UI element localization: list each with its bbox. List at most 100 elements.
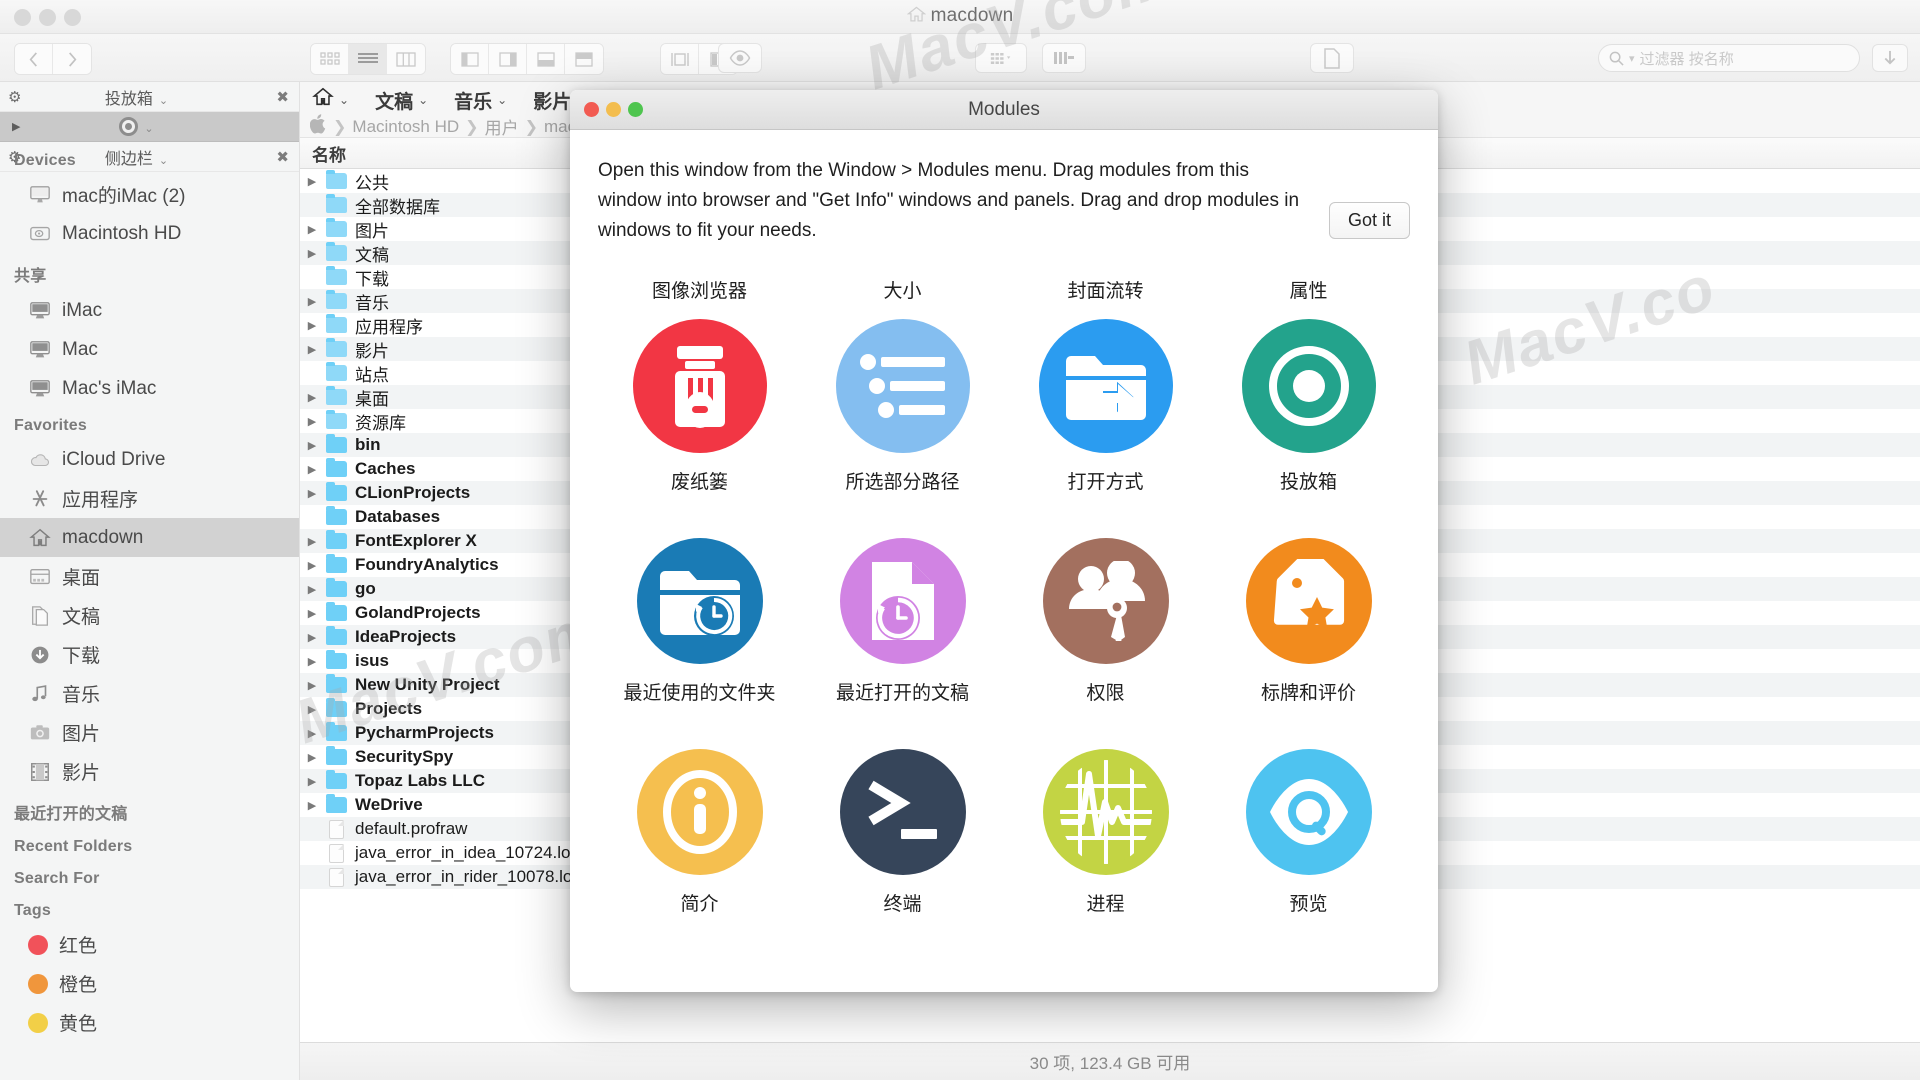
sidebar-item--[interactable]: 音乐 [0, 674, 299, 713]
search-input[interactable]: ▾ 过滤器 按名称 [1598, 44, 1860, 72]
module-item[interactable]: 最近使用的文件夹 [598, 538, 801, 705]
sidebar-item--[interactable]: 应用程序 [0, 479, 299, 518]
got-it-button[interactable]: Got it [1328, 202, 1410, 239]
sidebar-item-mac[interactable]: Mac [0, 330, 299, 369]
breadcrumb-item[interactable]: 用户 [485, 114, 519, 139]
recent-folders-icon[interactable] [636, 538, 763, 664]
disclosure-triangle-icon[interactable]: ▶ [300, 679, 324, 692]
module-item[interactable]: 打开方式 [1004, 319, 1207, 494]
icon-view-button[interactable] [311, 44, 349, 74]
disclosure-triangle-icon[interactable]: ▶ [300, 319, 324, 332]
drop-box-target-icon[interactable] [1241, 319, 1376, 453]
arrange-button[interactable] [975, 43, 1027, 73]
sidebar-item-macintosh-hd[interactable]: Macintosh HD [0, 214, 299, 253]
sidebar-item--[interactable]: 橙色 [0, 964, 299, 1003]
disclosure-triangle-icon[interactable]: ▶ [300, 703, 324, 716]
chevron-down-icon[interactable]: ⌄ [497, 93, 507, 107]
folder-tab-home[interactable]: ⌄ [312, 86, 349, 114]
bottom-pane-button[interactable] [527, 44, 565, 74]
sidebar-item--[interactable]: 红色 [0, 925, 299, 964]
disclosure-triangle-icon[interactable]: ▶ [300, 439, 324, 452]
chevron-down-icon[interactable]: ⌄ [418, 93, 428, 107]
disclosure-triangle-icon[interactable]: ▶ [300, 799, 324, 812]
sidebar-item--[interactable]: 图片 [0, 713, 299, 752]
folder-tab-音乐[interactable]: 音乐 ⌄ [454, 87, 507, 114]
module-item[interactable]: 投放箱 [1207, 319, 1410, 494]
sidebar-item-mac-imac-2-[interactable]: mac的iMac (2) [0, 175, 299, 214]
disclosure-triangle-icon[interactable]: ▶ [300, 415, 324, 428]
chevron-down-icon[interactable]: ⌄ [339, 93, 349, 107]
module-item[interactable]: 标牌和评价 [1207, 538, 1410, 705]
module-item[interactable]: 进程 [1004, 749, 1207, 916]
disclosure-triangle-icon[interactable]: ▶ [300, 487, 324, 500]
sidebar-scroll-area[interactable]: Devices mac的iMac (2) Macintosh HD 共享 iMac Mac… [0, 143, 299, 1080]
module-item[interactable]: 预览 [1207, 749, 1410, 916]
back-button[interactable] [15, 44, 53, 74]
sidebar-item--[interactable]: 下载 [0, 635, 299, 674]
disclosure-triangle-icon[interactable]: ▶ [300, 727, 324, 740]
gear-icon[interactable]: ⚙ [8, 88, 21, 106]
preview-icon[interactable] [1245, 749, 1372, 875]
info-panel-button[interactable] [1310, 43, 1354, 73]
module-item[interactable]: 所选部分路径 [801, 319, 1004, 494]
downloads-button[interactable] [1872, 44, 1908, 72]
trash-icon[interactable] [632, 319, 767, 453]
modules-close-button[interactable] [584, 102, 599, 117]
info-icon[interactable] [636, 749, 763, 875]
close-icon[interactable]: ✖ [276, 88, 289, 106]
disclosure-triangle-icon[interactable]: ▶ [300, 463, 324, 476]
quick-look-button[interactable] [718, 43, 762, 73]
forward-button[interactable] [53, 44, 91, 74]
sidebar-item-macdown[interactable]: macdown [0, 518, 299, 557]
recent-documents-icon[interactable] [839, 538, 966, 664]
tags-and-rating-icon[interactable] [1245, 538, 1372, 664]
tools-button[interactable] [1042, 43, 1086, 73]
module-item[interactable]: 最近打开的文稿 [801, 538, 1004, 705]
disclosure-triangle-icon[interactable]: ▶ [300, 247, 324, 260]
disclosure-triangle-icon[interactable]: ▶ [300, 535, 324, 548]
module-item[interactable]: 权限 [1004, 538, 1207, 705]
sidebar-item--[interactable]: 黄色 [0, 1003, 299, 1042]
permissions-icon[interactable] [1042, 538, 1169, 664]
top-pane-button[interactable] [565, 44, 603, 74]
disclosure-icon[interactable]: ▶ [12, 120, 20, 133]
module-item[interactable]: 废纸篓 [598, 319, 801, 494]
path-list-icon[interactable] [835, 319, 970, 453]
disclosure-triangle-icon[interactable]: ▶ [300, 631, 324, 644]
chevron-down-icon[interactable]: ⌄ [159, 95, 168, 107]
disclosure-triangle-icon[interactable]: ▶ [300, 607, 324, 620]
drop-box-header[interactable]: ⚙ 投放箱 ⌄ ✖ [0, 82, 299, 112]
sidebar-item-mac-s-imac[interactable]: Mac's iMac [0, 369, 299, 408]
disclosure-triangle-icon[interactable]: ▶ [300, 559, 324, 572]
folder-tab-文稿[interactable]: 文稿 ⌄ [375, 87, 428, 114]
disclosure-triangle-icon[interactable]: ▶ [300, 295, 324, 308]
disclosure-triangle-icon[interactable]: ▶ [300, 391, 324, 404]
disclosure-triangle-icon[interactable]: ▶ [300, 583, 324, 596]
disclosure-triangle-icon[interactable]: ▶ [300, 775, 324, 788]
module-item[interactable]: 简介 [598, 749, 801, 916]
split-horizontal-button[interactable] [661, 44, 699, 74]
right-pane-button[interactable] [489, 44, 527, 74]
breadcrumb-item[interactable]: Macintosh HD [352, 117, 459, 137]
disclosure-triangle-icon[interactable]: ▶ [300, 175, 324, 188]
column-view-button[interactable] [387, 44, 425, 74]
sidebar-item-icloud-drive[interactable]: iCloud Drive [0, 440, 299, 479]
sidebar-item-imac[interactable]: iMac [0, 291, 299, 330]
left-pane-button[interactable] [451, 44, 489, 74]
module-item[interactable]: 终端 [801, 749, 1004, 916]
list-view-button[interactable] [349, 44, 387, 74]
disclosure-triangle-icon[interactable]: ▶ [300, 751, 324, 764]
open-with-folder-icon[interactable] [1038, 319, 1173, 453]
drop-box-target-row[interactable]: ▶ ⌄ [0, 112, 299, 142]
disclosure-triangle-icon[interactable]: ▶ [300, 223, 324, 236]
disclosure-triangle-icon[interactable]: ▶ [300, 655, 324, 668]
modules-zoom-button[interactable] [628, 102, 643, 117]
sidebar-item--[interactable]: 文稿 [0, 596, 299, 635]
processes-icon[interactable] [1042, 749, 1169, 875]
sidebar-item--[interactable]: 影片 [0, 752, 299, 791]
modules-minimize-button[interactable] [606, 102, 621, 117]
disclosure-triangle-icon[interactable]: ▶ [300, 343, 324, 356]
chevron-down-icon[interactable]: ⌄ [144, 123, 153, 135]
sidebar-item--[interactable]: 桌面 [0, 557, 299, 596]
terminal-icon[interactable] [839, 749, 966, 875]
